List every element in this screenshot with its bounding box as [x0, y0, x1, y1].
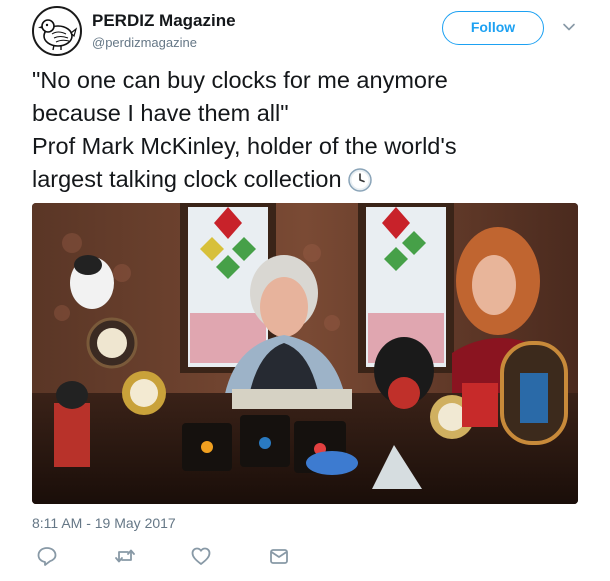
photo-icon — [32, 203, 578, 504]
tweet-line: Prof Mark McKinley, holder of the world'… — [32, 133, 457, 159]
envelope-icon[interactable] — [268, 545, 290, 567]
follow-button[interactable]: Follow — [442, 11, 544, 45]
tweet-actions — [32, 545, 332, 569]
tweet-line-last: largest talking clock collection — [32, 163, 592, 196]
tweet-line-text: largest talking clock collection — [32, 166, 342, 192]
account-handle[interactable]: @perdizmagazine — [92, 35, 197, 50]
retweet-icon[interactable] — [114, 545, 136, 567]
tweet-line: because I have them all" — [32, 100, 289, 126]
clock-face-nine-oclock-icon — [347, 168, 372, 192]
chevron-down-icon[interactable] — [562, 20, 576, 34]
partridge-icon — [38, 19, 78, 51]
account-name[interactable]: PERDIZ Magazine — [92, 11, 236, 31]
tweet-timestamp[interactable]: 8:11 AM - 19 May 2017 — [32, 515, 176, 531]
tweet-text: "No one can buy clocks for me anymore be… — [32, 64, 592, 196]
tweet-header: PERDIZ Magazine @perdizmagazine Follow — [32, 6, 592, 58]
heart-icon[interactable] — [190, 545, 212, 567]
avatar[interactable] — [32, 6, 82, 56]
tweet-photo[interactable] — [32, 203, 578, 504]
reply-icon[interactable] — [36, 545, 58, 567]
tweet-line: "No one can buy clocks for me anymore — [32, 67, 448, 93]
